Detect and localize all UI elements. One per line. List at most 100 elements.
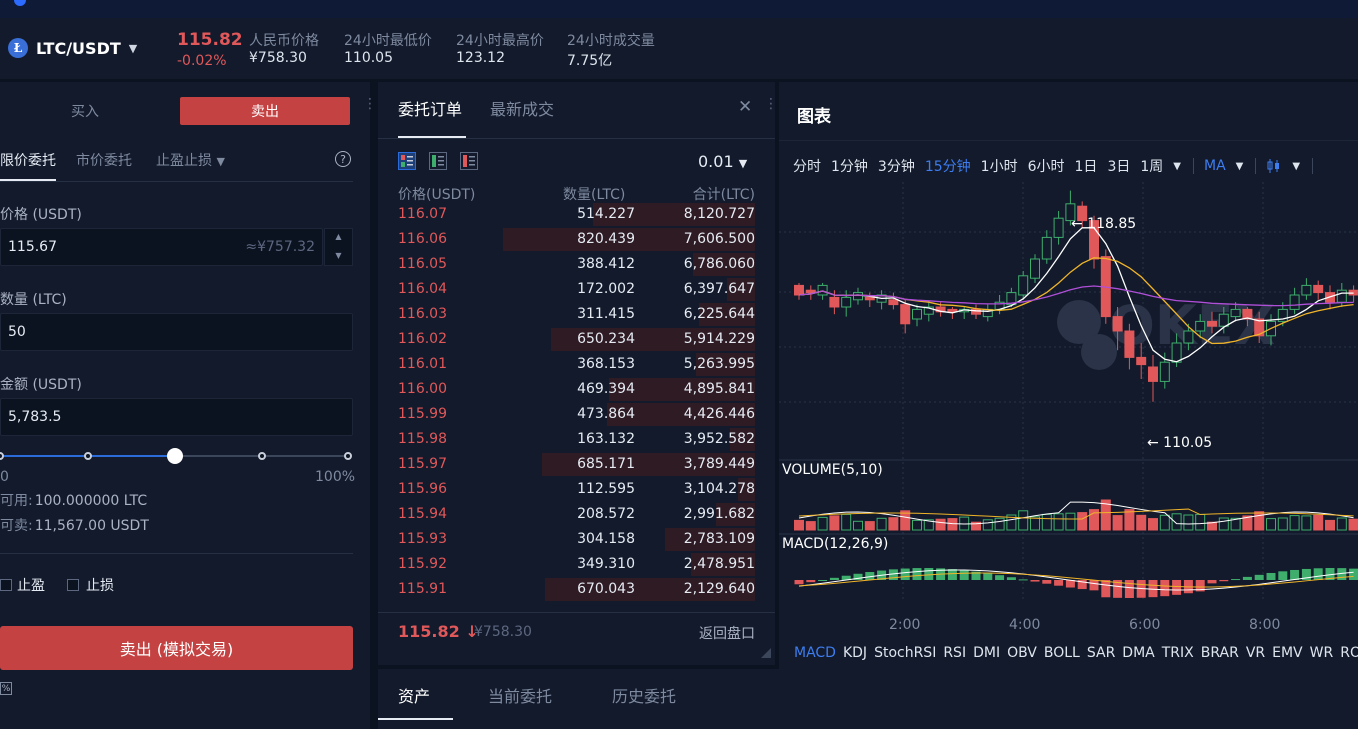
- view-asks-icon[interactable]: [460, 152, 478, 170]
- order-book-row[interactable]: 115.97 685.171 3,789.449: [398, 452, 755, 477]
- tab-assets[interactable]: 资产: [398, 683, 430, 707]
- order-book-row[interactable]: 116.05 388.412 6,786.060: [398, 252, 755, 277]
- candlestick-icon[interactable]: [1266, 158, 1282, 174]
- order-book-row[interactable]: 115.91 670.043 2,129.640: [398, 577, 755, 602]
- tab-order-history[interactable]: 历史委托: [612, 683, 676, 707]
- drag-handle-icon[interactable]: ⋮: [764, 96, 778, 112]
- order-book-row[interactable]: 116.02 650.234 5,914.229: [398, 327, 755, 352]
- order-book-row[interactable]: 115.99 473.864 4,426.446: [398, 402, 755, 427]
- indicator-option[interactable]: DMA: [1122, 645, 1154, 661]
- indicator-option[interactable]: WR: [1310, 645, 1334, 661]
- slider-node-25[interactable]: [84, 452, 92, 460]
- order-book-row[interactable]: 116.04 172.002 6,397.647: [398, 277, 755, 302]
- timeframe-option[interactable]: 3分钟: [878, 156, 915, 176]
- drag-handle-icon[interactable]: ⋮: [363, 96, 377, 112]
- view-bids-icon[interactable]: [429, 152, 447, 170]
- indicator-option[interactable]: OBV: [1007, 645, 1037, 661]
- indicator-option[interactable]: BOLL: [1044, 645, 1080, 661]
- help-icon[interactable]: ?: [335, 151, 351, 167]
- candle-body: [1207, 320, 1217, 327]
- ask-price: 116.02: [398, 331, 447, 347]
- available-value: 100.000000 LTC: [34, 493, 148, 509]
- tab-limit-order[interactable]: 限价委托: [0, 150, 56, 170]
- resize-grip-icon[interactable]: [761, 648, 771, 658]
- watermark-logo: [1081, 334, 1117, 370]
- back-to-book-link[interactable]: 返回盘口: [699, 623, 755, 643]
- pair-selector[interactable]: Ł LTC/USDT ▼: [8, 38, 137, 58]
- indicator-option[interactable]: TRIX: [1162, 645, 1194, 661]
- volume-bar: [1348, 518, 1358, 531]
- timeframe-option[interactable]: 分时: [793, 156, 821, 176]
- ask-qty: 112.595: [577, 481, 635, 497]
- volume-bar: [947, 518, 958, 531]
- indicator-option[interactable]: SAR: [1087, 645, 1115, 661]
- order-book-row[interactable]: 116.03 311.415 6,225.644: [398, 302, 755, 327]
- order-book-row[interactable]: 116.06 820.439 7,606.500: [398, 227, 755, 252]
- step-down-icon[interactable]: ▼: [325, 251, 352, 260]
- slider-node-75[interactable]: [258, 452, 266, 460]
- ma-selector[interactable]: MA: [1204, 158, 1226, 174]
- indicator-option[interactable]: EMV: [1272, 645, 1303, 661]
- ask-total: 8,120.727: [683, 206, 755, 222]
- indicator-option[interactable]: MACD: [794, 645, 836, 661]
- chevron-down-icon[interactable]: ▼: [1292, 161, 1300, 172]
- order-book-row[interactable]: 116.07 514.227 8,120.727: [398, 202, 755, 227]
- timeframe-option[interactable]: 1周: [1140, 156, 1163, 176]
- precision-value: 0.01: [698, 152, 734, 171]
- timeframe-option[interactable]: 1小时: [981, 156, 1018, 176]
- indicator-option[interactable]: RSI: [943, 645, 966, 661]
- order-book-row[interactable]: 116.01 368.153 5,263.995: [398, 352, 755, 377]
- slider-node-100[interactable]: [344, 452, 352, 460]
- tab-stop-order[interactable]: 止盈止损 ▼: [156, 150, 225, 170]
- sell-submit-button[interactable]: 卖出 (模拟交易): [0, 626, 353, 670]
- amount-input[interactable]: 5,783.5: [0, 398, 353, 436]
- step-up-icon[interactable]: ▲: [325, 232, 352, 241]
- indicator-option[interactable]: DMI: [973, 645, 1000, 661]
- tab-buy[interactable]: 买入: [0, 97, 170, 125]
- timeframe-option[interactable]: 6小时: [1028, 156, 1065, 176]
- order-book-row[interactable]: 116.00 469.394 4,895.841: [398, 377, 755, 402]
- ask-qty: 388.412: [577, 256, 635, 272]
- tab-sell[interactable]: 卖出: [180, 97, 350, 125]
- macd-bar: [806, 580, 816, 583]
- low-price-label: ← 110.05: [1147, 435, 1212, 451]
- indicator-option[interactable]: RO: [1340, 645, 1358, 661]
- stop-loss-checkbox[interactable]: [67, 579, 79, 591]
- chevron-down-icon[interactable]: ▼: [1173, 161, 1181, 172]
- timeframe-option[interactable]: 1日: [1075, 156, 1098, 176]
- order-book-row[interactable]: 115.94 208.572 2,991.682: [398, 502, 755, 527]
- close-icon[interactable]: ✕: [738, 97, 752, 117]
- order-book-row[interactable]: 115.98 163.132 3,952.582: [398, 427, 755, 452]
- indicator-option[interactable]: KDJ: [843, 645, 867, 661]
- timeframe-option[interactable]: 15分钟: [925, 156, 971, 176]
- indicator-option[interactable]: BRAR: [1201, 645, 1239, 661]
- take-profit-checkbox[interactable]: [0, 579, 12, 591]
- precision-select[interactable]: 0.01 ▼: [698, 152, 747, 171]
- order-book-row[interactable]: 115.92 349.310 2,478.951: [398, 552, 755, 577]
- fee-icon[interactable]: %: [0, 682, 12, 695]
- chevron-down-icon[interactable]: ▼: [1236, 161, 1244, 172]
- active-tab-underline: [378, 718, 453, 720]
- chart-canvas[interactable]: OKEX← 118.85← 110.05VOLUME(5,10)MACD(12,…: [779, 182, 1358, 642]
- view-both-icon[interactable]: [398, 152, 416, 170]
- slider-node-0[interactable]: [0, 452, 4, 460]
- order-book-row[interactable]: 115.96 112.595 3,104.278: [398, 477, 755, 502]
- price-stepper[interactable]: ▲ ▼: [324, 228, 353, 266]
- tab-latest-trades[interactable]: 最新成交: [490, 96, 554, 120]
- indicator-option[interactable]: StochRSI: [874, 645, 936, 661]
- slider-knob[interactable]: [167, 448, 183, 464]
- ask-total: 5,263.995: [683, 356, 755, 372]
- macd-bar: [959, 570, 969, 580]
- order-book-row[interactable]: 115.93 304.158 2,783.109: [398, 527, 755, 552]
- price-input[interactable]: 115.67 ≈¥757.32: [0, 228, 323, 266]
- bottom-panel: 资产 当前委托 历史委托: [378, 669, 1358, 729]
- ask-price: 115.99: [398, 406, 447, 422]
- timeframe-option[interactable]: 1分钟: [831, 156, 868, 176]
- tab-open-orders[interactable]: 当前委托: [488, 683, 552, 707]
- indicator-option[interactable]: VR: [1246, 645, 1265, 661]
- candle-body: [1124, 330, 1135, 358]
- tab-market-order[interactable]: 市价委托: [76, 150, 132, 170]
- tab-order-book[interactable]: 委托订单: [398, 96, 462, 120]
- timeframe-option[interactable]: 3日: [1107, 156, 1130, 176]
- qty-input[interactable]: 50: [0, 313, 353, 351]
